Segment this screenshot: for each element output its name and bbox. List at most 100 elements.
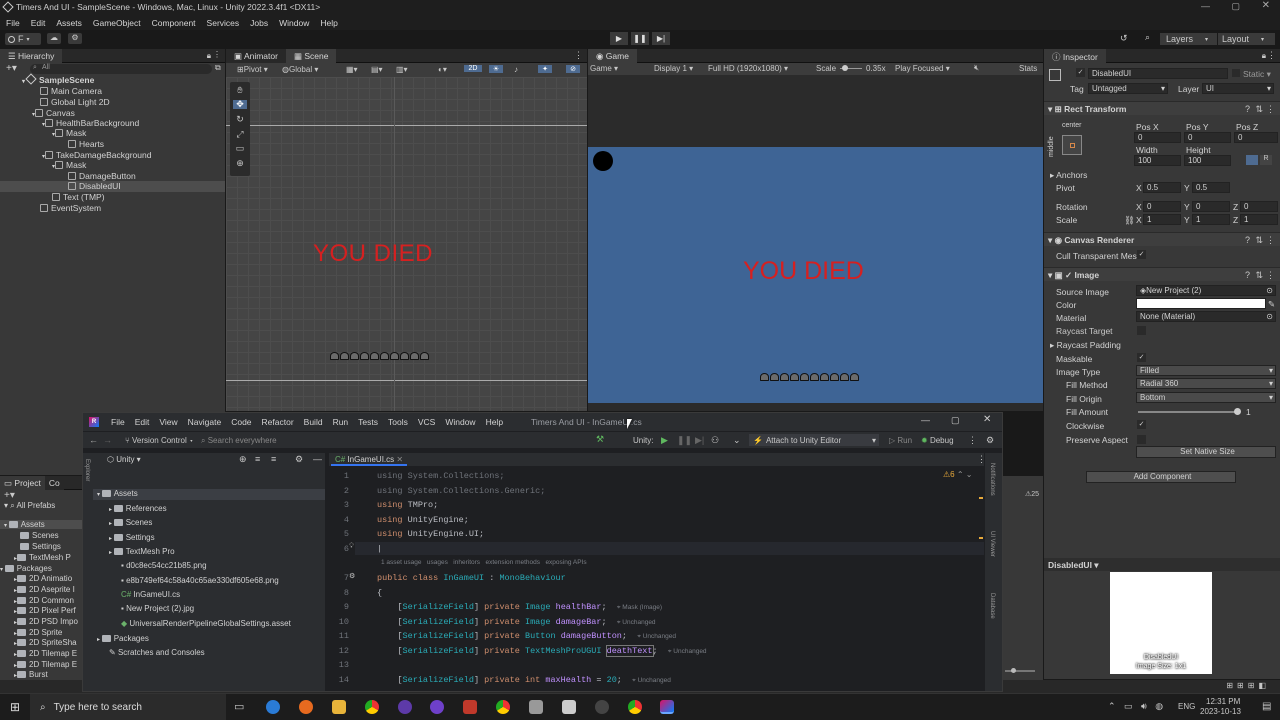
run-button[interactable]: ▷ Run xyxy=(889,436,912,445)
blueprint-mode-button[interactable] xyxy=(1246,155,1258,165)
close-tab-icon[interactable]: ✕ xyxy=(396,455,403,464)
color-field[interactable] xyxy=(1136,298,1266,309)
image-type-dropdown[interactable]: Filled ▾ xyxy=(1136,365,1276,376)
unity-icon[interactable] xyxy=(562,700,576,714)
rider-minimize-button[interactable]: — xyxy=(921,415,930,425)
rider-icon[interactable] xyxy=(660,700,674,714)
tab-game[interactable]: ◉ Game xyxy=(588,49,637,63)
menu-gameobject[interactable]: GameObject xyxy=(93,18,141,28)
search-everywhere[interactable]: ⌕ Search everywhere xyxy=(201,436,277,446)
ui-viewer-tab[interactable]: UI Viewer xyxy=(989,531,995,557)
snap-to-grid-icon[interactable]: ▥▾ xyxy=(396,65,408,74)
pivot-x-field[interactable]: 0.5 xyxy=(1143,182,1181,193)
scale-z-field[interactable]: 1 xyxy=(1240,214,1278,225)
lock-icon[interactable]: 🔒︎ xyxy=(1262,51,1266,61)
project-item[interactable]: Scenes xyxy=(20,531,59,540)
global-dropdown[interactable]: ◍Global ▾ xyxy=(282,65,318,74)
locate-icon[interactable]: ⊕ xyxy=(239,454,247,465)
shading-icon[interactable]: ◐▾ xyxy=(438,65,447,74)
eyedropper-icon[interactable]: ✎ xyxy=(1268,299,1275,310)
raycast-target-checkbox[interactable] xyxy=(1137,326,1146,335)
project-item-selected[interactable]: ▾ Assets xyxy=(0,520,82,529)
object-name-field[interactable]: DisabledUI xyxy=(1088,68,1228,79)
add-icon[interactable]: +▾ xyxy=(4,490,15,501)
fill-amount-slider[interactable] xyxy=(1138,408,1241,415)
posx-field[interactable]: 0 xyxy=(1134,132,1181,143)
menu-assets[interactable]: Assets xyxy=(56,18,82,28)
layer-dropdown[interactable]: UI ▾ xyxy=(1202,83,1274,94)
project-item[interactable]: ▸ 2D Animatio xyxy=(14,574,72,583)
transform-tool-icon[interactable]: ⊕ xyxy=(233,159,247,168)
unity-hub-icon[interactable] xyxy=(529,700,543,714)
menu-help[interactable]: Help xyxy=(320,18,337,28)
add-component-button[interactable]: Add Component xyxy=(1086,471,1236,483)
rider-close-button[interactable]: ✕ xyxy=(983,414,991,425)
canvas-renderer-header[interactable]: ▾ ◉ Canvas Renderer ? ⇅ ⋮ xyxy=(1044,232,1280,246)
set-native-size-button[interactable]: Set Native Size xyxy=(1136,446,1276,458)
tree-item-selected[interactable]: ▾ Assets xyxy=(93,489,325,500)
github-desktop-icon[interactable] xyxy=(595,700,609,714)
lightbulb-icon[interactable]: 💡︎ xyxy=(349,543,354,551)
scale-y-field[interactable]: 1 xyxy=(1192,214,1230,225)
rider-menu-file[interactable]: File xyxy=(111,417,125,427)
more-icon[interactable]: ⋮ xyxy=(1267,50,1276,61)
chevron-down-icon[interactable]: ⌄ xyxy=(733,435,741,446)
tree-item[interactable]: ▪ d0c8ec54cc21b85.png xyxy=(121,561,207,570)
collab-icon[interactable]: ⚙ xyxy=(68,33,82,44)
static-checkbox[interactable] xyxy=(1232,69,1240,77)
tree-item[interactable]: ▸ TextMesh Pro xyxy=(109,547,175,556)
project-item[interactable]: ▾ Packages xyxy=(0,564,52,573)
material-field[interactable]: None (Material) ⊙ xyxy=(1136,311,1276,322)
tree-item[interactable]: ▸ Settings xyxy=(109,533,155,542)
preset-icon[interactable]: ⇅ xyxy=(1255,270,1263,281)
play-focused-dropdown[interactable]: Play Focused ▾ xyxy=(895,64,950,73)
project-item[interactable]: ▸ 2D Aseprite I xyxy=(14,585,75,594)
image-enabled-checkbox[interactable]: ✓ xyxy=(1065,270,1074,280)
project-item[interactable]: ▸ Burst xyxy=(14,670,48,679)
notifications-tab[interactable]: Notifications xyxy=(989,463,995,496)
hide-icon[interactable]: — xyxy=(313,454,322,464)
rotate-tool-icon[interactable]: ↻ xyxy=(233,115,247,124)
tree-item[interactable]: ▪ e8b749ef64c58a40c65ae330df605e68.png xyxy=(121,576,279,585)
rect-tool-icon[interactable]: ▭ xyxy=(233,144,247,153)
tree-item[interactable]: ▸ References xyxy=(109,504,167,513)
mute-audio-icon[interactable]: 🔇︎ xyxy=(974,63,979,73)
tree-item[interactable]: ✎ Scratches and Consoles xyxy=(109,648,205,657)
active-checkbox[interactable]: ✓ xyxy=(1076,68,1085,77)
more-icon[interactable]: ⋮ xyxy=(574,50,583,61)
project-item[interactable]: ▸ 2D Tilemap E xyxy=(14,660,77,669)
hand-tool-icon[interactable]: ✋︎ xyxy=(233,86,247,95)
attach-icon[interactable]: ⚇ xyxy=(711,435,719,446)
settings-icon[interactable]: ⚙ xyxy=(295,454,303,465)
task-view-icon[interactable]: ▭ xyxy=(234,700,244,713)
game-render[interactable]: YOU DIED xyxy=(588,147,1043,403)
pivot-dropdown[interactable]: ⊞Pivot ▾ xyxy=(237,65,268,74)
history-icon[interactable]: ↺ xyxy=(1120,33,1128,44)
hierarchy-item[interactable]: Main Camera xyxy=(40,86,102,97)
preset-icon[interactable]: ⇅ xyxy=(1255,235,1263,246)
windows-start-icon[interactable]: ⊞ xyxy=(10,700,20,714)
more-icon[interactable]: ⋮ xyxy=(1266,235,1275,246)
unity-class-gutter-icon[interactable]: ⚙ xyxy=(349,572,355,580)
help-icon[interactable]: ? xyxy=(1245,235,1250,245)
project-item[interactable]: ▸ 2D Tilemap E xyxy=(14,649,77,658)
unity-connection-icon[interactable]: ⚒ xyxy=(596,434,604,445)
display-dropdown[interactable]: Display 1 ▾ xyxy=(654,64,693,73)
height-field[interactable]: 100 xyxy=(1184,155,1231,166)
width-field[interactable]: 100 xyxy=(1134,155,1181,166)
tab-inspector[interactable]: ⓘ Inspector xyxy=(1044,49,1106,63)
project-item[interactable]: Settings xyxy=(20,542,61,551)
scale-slider[interactable] xyxy=(840,65,862,71)
scrollbar-markers[interactable] xyxy=(979,497,983,647)
filter-icon[interactable]: ⧉ xyxy=(215,63,221,73)
snap-increment-icon[interactable]: ▤▾ xyxy=(371,65,383,74)
add-icon[interactable]: +▾ xyxy=(6,63,17,74)
more-icon[interactable]: ⋮ xyxy=(1266,270,1275,281)
unity-play-button[interactable]: ▶ xyxy=(661,435,668,446)
file-explorer-icon[interactable] xyxy=(332,700,346,714)
anchors-foldout[interactable]: ▸ Anchors xyxy=(1050,170,1087,181)
version-control-button[interactable]: ⑂ Version Control ▾ xyxy=(125,436,194,445)
pause-button[interactable]: ❚❚ xyxy=(631,32,649,45)
run-configuration-dropdown[interactable]: ⚡ Attach to Unity Editor ▾ xyxy=(749,434,879,446)
collapse-all-icon[interactable]: ≡ xyxy=(271,454,276,464)
